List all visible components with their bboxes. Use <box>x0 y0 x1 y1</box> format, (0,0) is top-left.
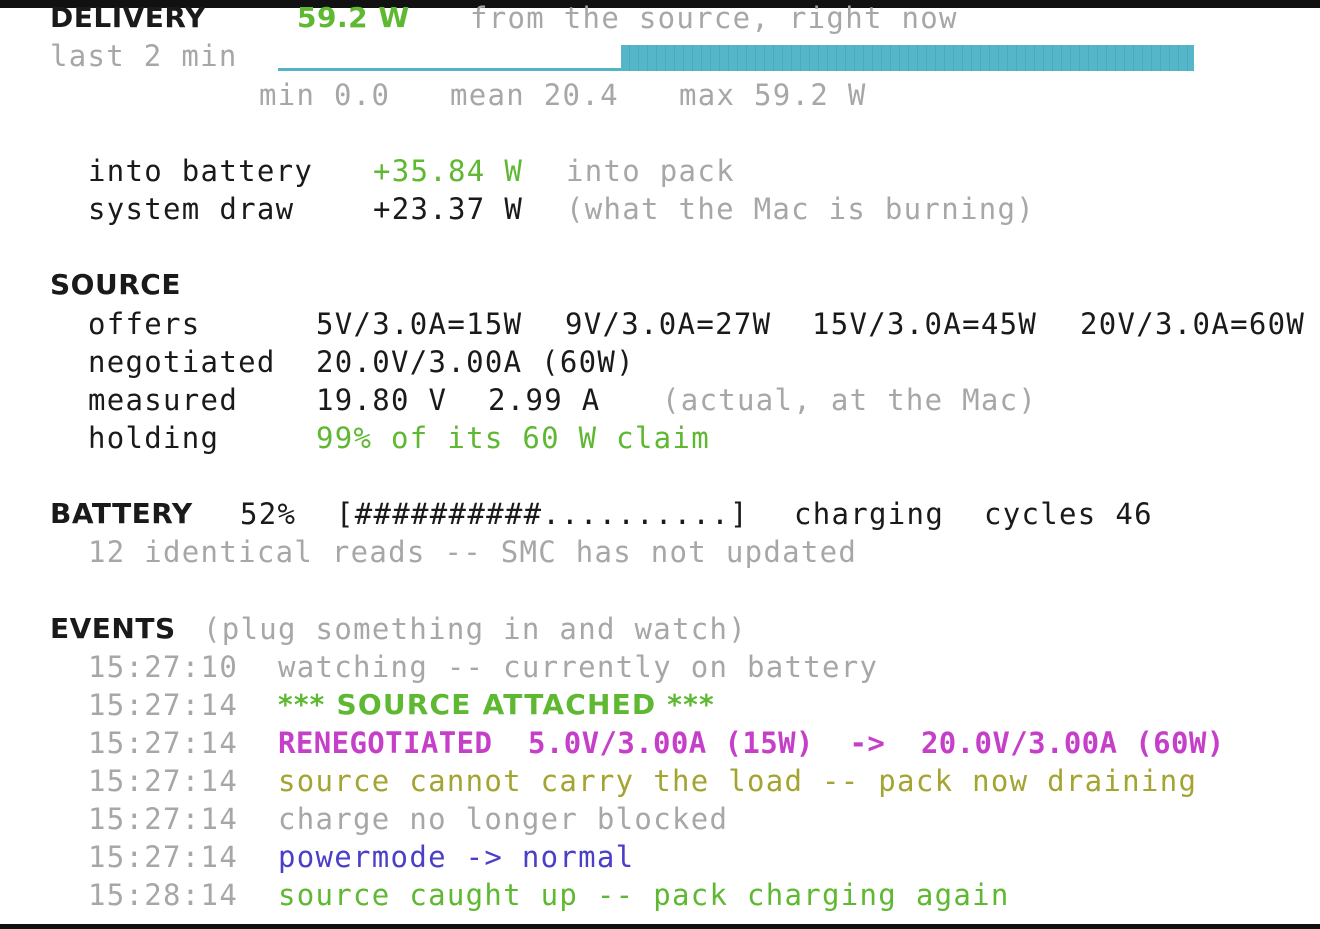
event-text: watching -- currently on battery <box>278 650 879 684</box>
event-time: 15:27:14 <box>88 764 239 798</box>
battery-heading: BATTERY <box>50 497 193 530</box>
negotiated-value: 20.0V/3.00A (60W) <box>316 345 635 379</box>
event-text: source cannot carry the load -- pack now… <box>278 764 1198 798</box>
offer-item: 9V/3.0A=27W <box>565 307 772 341</box>
system-draw-value: +23.37 W <box>373 192 524 226</box>
system-draw-label: system draw <box>88 192 295 226</box>
into-battery-note: into pack <box>566 154 735 188</box>
event-time: 15:27:14 <box>88 802 239 836</box>
event-time: 15:27:14 <box>88 726 239 760</box>
negotiated-label: negotiated <box>88 345 276 379</box>
event-text: RENEGOTIATED 5.0V/3.00A (15W) -> 20.0V/3… <box>278 726 1225 760</box>
event-text: powermode -> normal <box>278 840 635 874</box>
event-time: 15:27:14 <box>88 840 239 874</box>
battery-bar: [##########..........] <box>336 497 749 531</box>
events-heading: EVENTS <box>50 612 176 645</box>
offer-item: 20V/3.0A=60W <box>1080 307 1306 341</box>
event-time: 15:27:14 <box>88 688 239 722</box>
event-text: source caught up -- pack charging again <box>278 878 1010 912</box>
battery-state: charging <box>794 497 945 531</box>
event-time: 15:27:10 <box>88 650 239 684</box>
delivery-watts: 59.2 W <box>297 1 410 34</box>
event-time: 15:28:14 <box>88 878 239 912</box>
stat-max: max 59.2 W <box>679 78 867 112</box>
into-battery-label: into battery <box>88 154 314 188</box>
sparkline-low-segment <box>278 68 621 71</box>
system-draw-note: (what the Mac is burning) <box>566 192 1035 226</box>
battery-note: 12 identical reads -- SMC has not update… <box>88 535 858 569</box>
stat-mean: mean 20.4 <box>450 78 619 112</box>
offer-item: 5V/3.0A=15W <box>316 307 523 341</box>
event-text: *** SOURCE ATTACHED *** <box>278 688 715 721</box>
battery-cycles: cycles 46 <box>984 497 1153 531</box>
delivery-caption: from the source, right now <box>470 1 958 35</box>
offer-item: 15V/3.0A=45W <box>812 307 1038 341</box>
events-hint: (plug something in and watch) <box>203 612 748 646</box>
holding-value: 99% of its 60 W claim <box>316 421 710 455</box>
holding-label: holding <box>88 421 220 455</box>
measured-amps: 2.99 A <box>488 383 601 417</box>
window-bottom-edge <box>0 924 1320 929</box>
source-heading: SOURCE <box>50 268 181 301</box>
measured-note: (actual, at the Mac) <box>662 383 1038 417</box>
into-battery-value: +35.84 W <box>373 154 524 188</box>
sparkline-high-segment <box>621 45 1194 71</box>
delivery-heading: DELIVERY <box>50 1 206 34</box>
offers-label: offers <box>88 307 201 341</box>
measured-volts: 19.80 V <box>316 383 448 417</box>
stat-min: min 0.0 <box>259 78 391 112</box>
battery-percent: 52% <box>240 497 297 531</box>
event-text: charge no longer blocked <box>278 802 729 836</box>
measured-label: measured <box>88 383 239 417</box>
delivery-window: last 2 min <box>50 39 238 73</box>
